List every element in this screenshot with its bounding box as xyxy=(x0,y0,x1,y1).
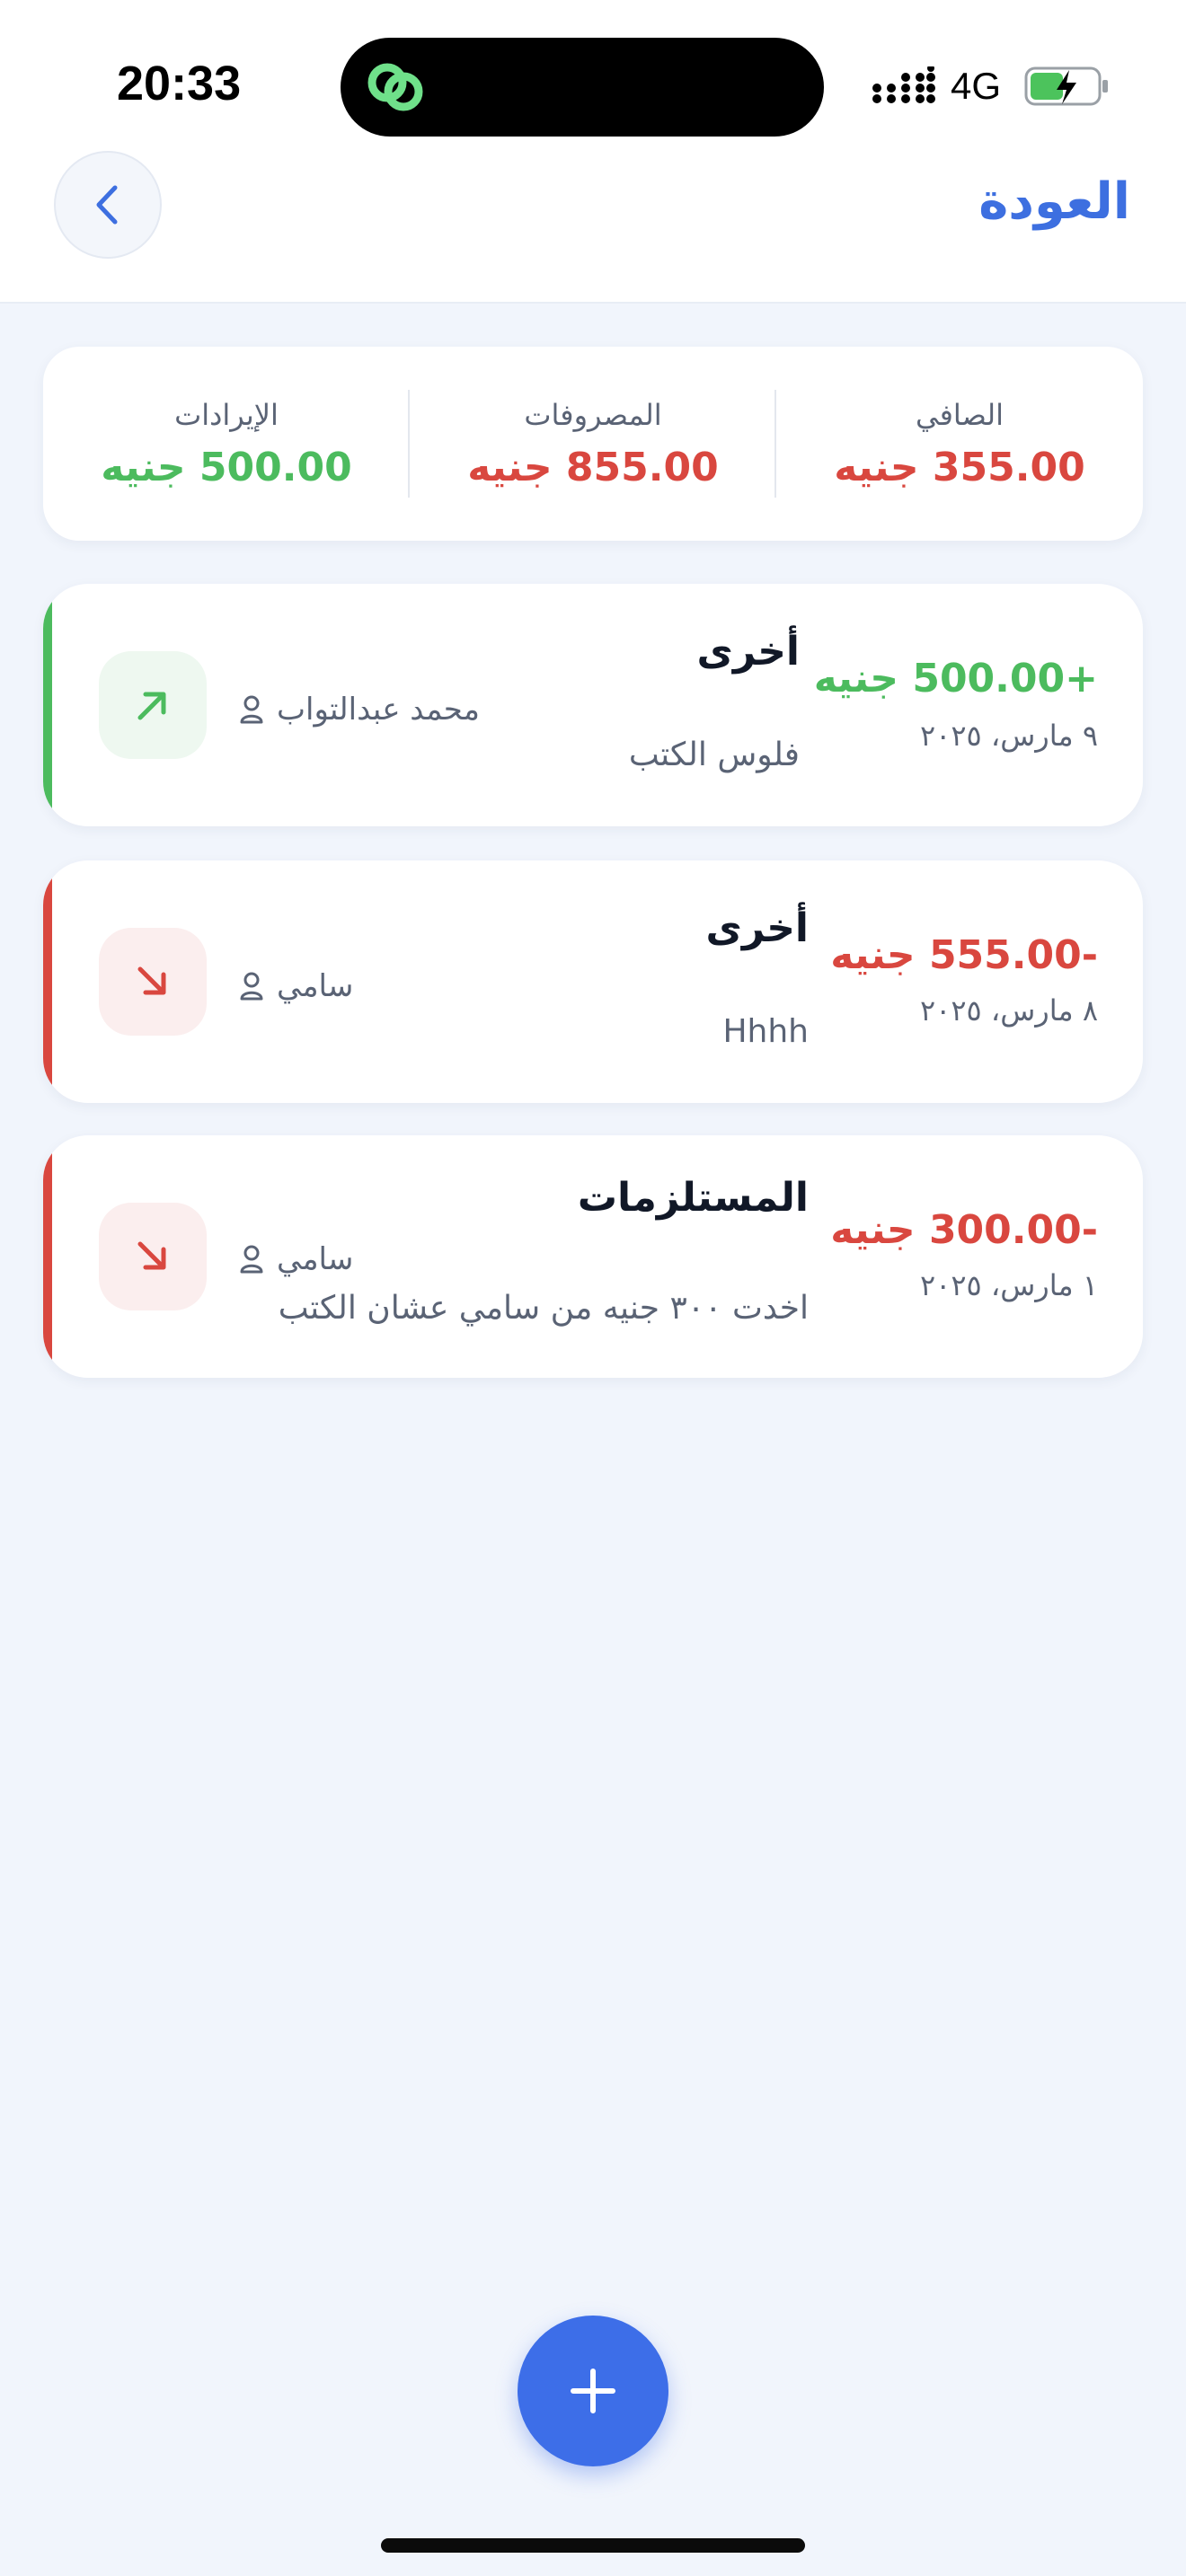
status-time: 20:33 xyxy=(117,57,242,110)
expense-stripe xyxy=(43,1135,52,1378)
transaction-amount: +500.00 جنيه xyxy=(813,656,1098,701)
transaction-category: أخرى xyxy=(705,905,810,951)
transaction-amount: -300.00 جنيه xyxy=(830,1207,1098,1253)
transaction-date: ١ مارس، ٢٠٢٥ xyxy=(919,1268,1098,1302)
transaction-person: سامي xyxy=(239,968,353,1004)
expense-stripe xyxy=(43,860,52,1103)
transaction-note: Hhhh xyxy=(722,1013,809,1050)
user-icon xyxy=(240,695,263,724)
chevron-left-icon xyxy=(96,185,118,225)
user-icon xyxy=(240,972,263,1001)
transaction-category: أخرى xyxy=(696,629,801,675)
signal-icon xyxy=(872,66,935,103)
arrow-down-right-icon xyxy=(137,966,166,995)
summary-income: الإيرادات 500.00 جنيه xyxy=(43,347,410,541)
transaction-category: المستلزمات xyxy=(577,1175,809,1221)
income-label: الإيرادات xyxy=(174,397,279,432)
transaction-amount: -555.00 جنيه xyxy=(830,932,1098,978)
expense-direction-badge xyxy=(99,928,207,1036)
summary-expenses: المصروفات 855.00 جنيه xyxy=(410,347,776,541)
transaction-card[interactable]: -300.00 جنيه ١ مارس، ٢٠٢٥ المستلزمات سام… xyxy=(43,1135,1143,1378)
expenses-value: 855.00 جنيه xyxy=(467,444,719,490)
transaction-card[interactable]: +500.00 جنيه ٩ مارس، ٢٠٢٥ أخرى محمد عبدا… xyxy=(43,584,1143,826)
summary-card: الصافي 355.00 جنيه المصروفات 855.00 جنيه… xyxy=(43,347,1143,541)
battery-charging-icon xyxy=(1024,66,1108,106)
person-name: محمد عبدالتواب xyxy=(277,692,480,728)
transaction-note: فلوس الكتب xyxy=(628,737,800,773)
expenses-label: المصروفات xyxy=(524,397,662,432)
net-value: 355.00 جنيه xyxy=(834,444,1085,490)
income-stripe xyxy=(43,584,52,826)
back-button[interactable] xyxy=(54,151,162,259)
person-name: سامي xyxy=(277,968,354,1004)
network-type: 4G xyxy=(951,65,1002,107)
net-label: الصافي xyxy=(915,397,1005,432)
transaction-note: اخدت ٣٠٠ جنيه من سامي عشان الكتب xyxy=(278,1290,809,1327)
income-value: 500.00 جنيه xyxy=(101,444,352,490)
user-icon xyxy=(240,1245,263,1274)
transaction-person: محمد عبدالتواب xyxy=(239,692,480,728)
link-rings-icon xyxy=(367,63,423,111)
summary-net: الصافي 355.00 جنيه xyxy=(776,347,1143,541)
top-bar: 20:33 4G العودة xyxy=(0,0,1186,304)
transaction-date: ٨ مارس، ٢٠٢٥ xyxy=(919,993,1098,1028)
transaction-card[interactable]: -555.00 جنيه ٨ مارس، ٢٠٢٥ أخرى سامي Hhhh xyxy=(43,860,1143,1103)
home-indicator[interactable] xyxy=(381,2538,805,2553)
back-link[interactable]: العودة xyxy=(978,172,1130,231)
add-transaction-button[interactable] xyxy=(518,2316,668,2466)
arrow-down-right-icon xyxy=(137,1241,166,1270)
income-direction-badge xyxy=(99,651,207,759)
arrow-up-right-icon xyxy=(137,692,166,720)
person-name: سامي xyxy=(277,1241,354,1277)
transaction-person: سامي xyxy=(239,1241,353,1277)
plus-icon xyxy=(571,2369,615,2413)
expense-direction-badge xyxy=(99,1203,207,1310)
dynamic-island xyxy=(341,38,824,137)
transaction-date: ٩ مارس، ٢٠٢٥ xyxy=(919,719,1098,753)
